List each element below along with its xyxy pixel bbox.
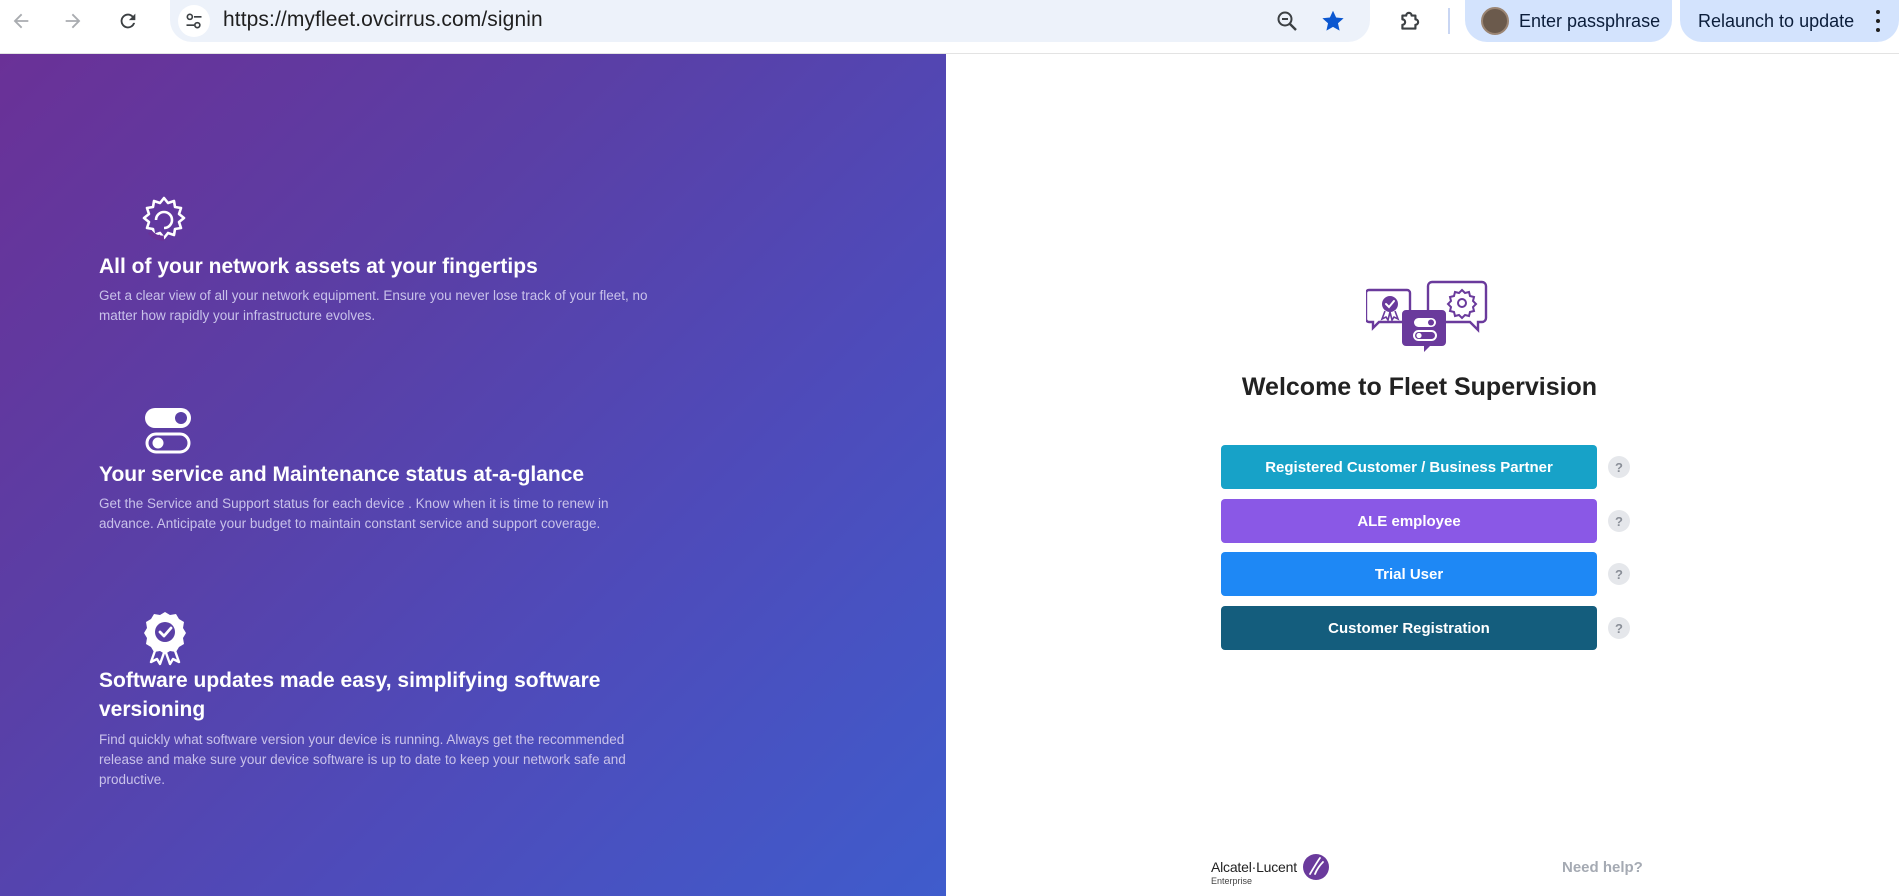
feature-item: Your service and Maintenance status at-a… xyxy=(99,404,659,554)
logo-name: Alcatel·Lucent xyxy=(1211,859,1297,875)
help-icon[interactable]: ? xyxy=(1608,563,1630,585)
alcatel-lucent-logo-icon xyxy=(1303,854,1329,880)
feature-title: All of your network assets at your finge… xyxy=(99,255,538,278)
reload-button[interactable] xyxy=(111,4,145,38)
gear-icon xyxy=(142,196,186,241)
arrow-left-icon xyxy=(13,13,29,29)
page-title: Welcome to Fleet Supervision xyxy=(1241,373,1598,401)
feature-description: Find quickly what software version your … xyxy=(99,732,626,787)
badge-icon xyxy=(144,612,186,666)
more-menu-icon[interactable] xyxy=(1875,10,1881,32)
avatar xyxy=(1481,7,1509,35)
star-icon xyxy=(1322,10,1344,31)
site-info-button[interactable] xyxy=(178,5,210,37)
feature-item: Software updates made easy, simplifying … xyxy=(99,610,659,850)
back-button[interactable] xyxy=(4,4,38,38)
profile-passphrase-button[interactable]: Enter passphrase xyxy=(1465,0,1672,42)
trial-user-button[interactable]: Trial User xyxy=(1221,552,1597,596)
customer-registration-button[interactable]: Customer Registration xyxy=(1221,606,1597,650)
logo-subtitle: Enterprise xyxy=(1211,876,1253,886)
help-icon[interactable]: ? xyxy=(1608,510,1630,532)
zoom-out-icon xyxy=(1277,11,1297,31)
feature-description: Get a clear view of all your network equ… xyxy=(99,288,648,323)
fleet-hero-icon xyxy=(1366,280,1488,352)
feature-title: Software updates made easy, simplifying … xyxy=(99,669,601,721)
forward-button[interactable] xyxy=(56,4,90,38)
toggle-icon xyxy=(145,408,191,454)
bookmark-button[interactable] xyxy=(1318,6,1348,36)
signin-panel: Welcome to Fleet Supervision Registered … xyxy=(946,54,1899,896)
feature-title: Your service and Maintenance status at-a… xyxy=(99,463,585,486)
toolbar-divider xyxy=(1448,8,1450,34)
help-icon[interactable]: ? xyxy=(1608,617,1630,639)
relaunch-button[interactable]: Relaunch to update xyxy=(1680,0,1899,42)
address-bar[interactable]: https://myfleet.ovcirrus.com/signin xyxy=(170,0,1370,42)
passphrase-label: Enter passphrase xyxy=(1519,10,1661,31)
puzzle-icon xyxy=(1401,11,1420,30)
feature-panel: All of your network assets at your finge… xyxy=(0,54,946,896)
ale-employee-button[interactable]: ALE employee xyxy=(1221,499,1597,543)
zoom-button[interactable] xyxy=(1272,6,1302,36)
reload-icon xyxy=(120,13,136,29)
arrow-right-icon xyxy=(65,13,81,29)
extensions-button[interactable] xyxy=(1393,4,1427,38)
feature-description: Get the Service and Support status for e… xyxy=(99,496,609,531)
help-icon[interactable]: ? xyxy=(1608,456,1630,478)
feature-item: All of your network assets at your finge… xyxy=(99,192,659,342)
tune-icon xyxy=(186,13,202,29)
url-text[interactable]: https://myfleet.ovcirrus.com/signin xyxy=(223,8,543,32)
relaunch-label: Relaunch to update xyxy=(1698,10,1855,31)
browser-toolbar: https://myfleet.ovcirrus.com/signin Ente… xyxy=(0,0,1899,54)
need-help-link[interactable]: Need help? xyxy=(1562,859,1643,876)
registered-customer-button[interactable]: Registered Customer / Business Partner xyxy=(1221,445,1597,489)
